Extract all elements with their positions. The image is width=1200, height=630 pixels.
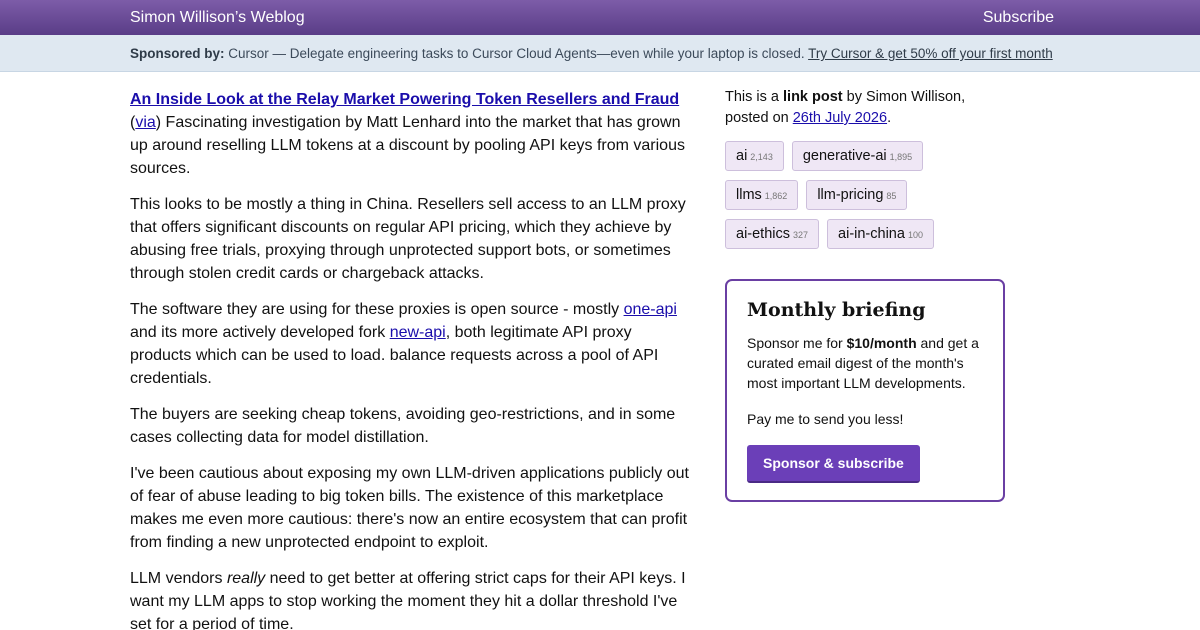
post-date-link[interactable]: 26th July 2026 bbox=[793, 110, 887, 126]
tag-count: 2,143 bbox=[750, 152, 773, 162]
tag-llms[interactable]: llms 1,862 bbox=[725, 180, 799, 210]
monthly-briefing-box: Monthly briefing Sponsor me for $10/mont… bbox=[725, 279, 1005, 502]
paragraph-5: I've been cautious about exposing my own… bbox=[130, 465, 689, 551]
one-api-link[interactable]: one-api bbox=[624, 301, 677, 318]
via-link[interactable]: via bbox=[135, 114, 155, 131]
paragraph-2: This looks to be mostly a thing in China… bbox=[130, 196, 686, 282]
tag-count: 1,862 bbox=[764, 191, 788, 201]
tag-count: 327 bbox=[793, 230, 809, 240]
paragraph-3: The software they are using for these pr… bbox=[130, 301, 677, 387]
sponsor-text: Cursor — Delegate engineering tasks to C… bbox=[228, 46, 805, 61]
tag-ai-in-china[interactable]: ai-in-china 100 bbox=[827, 219, 934, 249]
sponsor-offer-link[interactable]: Try Cursor & get 50% off your first mont… bbox=[808, 46, 1053, 61]
subscribe-link[interactable]: Subscribe bbox=[983, 9, 1054, 27]
tag-ai-ethics[interactable]: ai-ethics 327 bbox=[725, 219, 820, 249]
intro-text: ) Fascinating investigation by Matt Lenh… bbox=[130, 114, 685, 177]
tag-count: 100 bbox=[907, 230, 923, 240]
tag-generative-ai[interactable]: generative-ai 1,895 bbox=[791, 141, 924, 171]
sidebar: This is a link post by Simon Willison, p… bbox=[725, 87, 1005, 249]
briefing-title: Monthly briefing bbox=[747, 299, 926, 321]
sponsor-label: Sponsored by: bbox=[130, 46, 225, 61]
site-header: Simon Willison’s Weblog Subscribe bbox=[0, 0, 1200, 35]
paragraph-4: The buyers are seeking cheap tokens, avo… bbox=[130, 406, 676, 446]
briefing-tagline: Pay me to send you less! bbox=[747, 411, 904, 427]
post-intro: An Inside Look at the Relay Market Power… bbox=[130, 91, 685, 177]
tag-llm-pricing[interactable]: llm-pricing 85 bbox=[806, 180, 908, 210]
sponsor-banner: Sponsored by: Cursor — Delegate engineer… bbox=[0, 35, 1200, 72]
new-api-link[interactable]: new-api bbox=[390, 324, 446, 341]
tag-ai[interactable]: ai 2,143 bbox=[725, 141, 784, 171]
site-title-link[interactable]: Simon Willison’s Weblog bbox=[130, 9, 305, 27]
post-body: An Inside Look at the Relay Market Power… bbox=[130, 88, 692, 630]
post-title-link[interactable]: An Inside Look at the Relay Market Power… bbox=[130, 91, 679, 108]
briefing-description: Sponsor me for $10/month and get a curat… bbox=[747, 335, 979, 391]
sponsor-subscribe-button[interactable]: Sponsor & subscribe bbox=[747, 445, 920, 483]
tag-list: ai 2,143 generative-ai 1,895 llms 1,862 llm… bbox=[725, 141, 955, 249]
post-meta: This is a link post by Simon Willison, p… bbox=[725, 89, 966, 126]
tag-count: 85 bbox=[886, 191, 897, 201]
paragraph-6: LLM vendors really need to get better at… bbox=[130, 570, 686, 630]
tag-count: 1,895 bbox=[889, 152, 913, 162]
